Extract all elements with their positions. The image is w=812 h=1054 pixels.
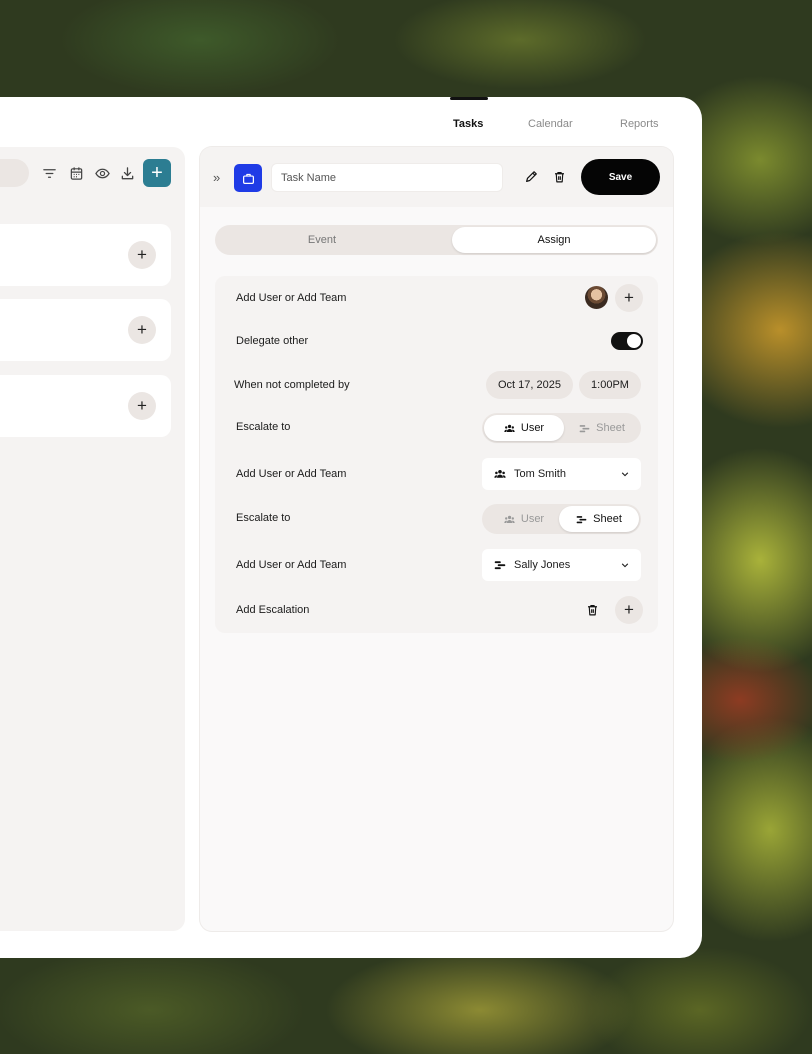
trash-icon[interactable] xyxy=(584,601,600,619)
users-icon xyxy=(494,469,506,478)
sheet-option-label: Sheet xyxy=(596,422,625,434)
active-tab-indicator xyxy=(450,97,488,100)
add-user-icon[interactable]: + xyxy=(615,284,643,312)
escalate-user-option[interactable]: User xyxy=(484,415,564,441)
chevron-down-icon xyxy=(621,472,629,477)
escalate-label: Escalate to xyxy=(236,421,291,433)
tab-assign[interactable]: Assign xyxy=(452,227,656,253)
delegate-toggle[interactable] xyxy=(611,332,643,350)
sheet-icon xyxy=(494,561,506,570)
assignee-select[interactable]: Sally Jones xyxy=(482,549,641,581)
assignee-value: Tom Smith xyxy=(514,468,566,480)
tab-tasks[interactable]: Tasks xyxy=(453,118,483,130)
tab-event[interactable]: Event xyxy=(215,225,429,255)
search-input[interactable] xyxy=(0,159,29,187)
add-icon[interactable]: + xyxy=(128,316,156,344)
eye-icon[interactable] xyxy=(92,163,112,183)
avatar[interactable] xyxy=(585,286,608,309)
sheet-icon xyxy=(576,515,587,523)
task-name-input[interactable] xyxy=(271,163,503,192)
add-user-label: Add User or Add Team xyxy=(236,292,347,304)
user-option-label: User xyxy=(520,513,545,525)
collapse-chevron-icon[interactable]: » xyxy=(213,170,220,185)
filter-icon[interactable] xyxy=(39,163,59,183)
users-icon xyxy=(504,515,515,523)
tab-calendar[interactable]: Calendar xyxy=(528,118,573,130)
escalate-label: Escalate to xyxy=(236,512,291,524)
escalate-type-switch: User Sheet xyxy=(482,413,641,443)
add-icon[interactable]: + xyxy=(128,241,156,269)
download-icon[interactable] xyxy=(117,163,137,183)
sheet-icon xyxy=(579,424,590,432)
chevron-down-icon xyxy=(621,563,629,568)
calendar-icon[interactable] xyxy=(66,163,86,183)
sheet-option-label: Sheet xyxy=(593,513,622,525)
date-picker[interactable]: Oct 17, 2025 xyxy=(486,371,573,399)
escalate-user-option[interactable]: User xyxy=(484,506,564,532)
add-task-button[interactable]: + xyxy=(143,159,171,187)
pencil-icon[interactable] xyxy=(522,168,540,186)
trash-icon[interactable] xyxy=(550,168,568,186)
delegate-label: Delegate other xyxy=(236,335,309,347)
event-assign-switch: Event Assign xyxy=(215,225,658,255)
toggle-knob xyxy=(627,334,641,348)
add-user-label: Add User or Add Team xyxy=(236,559,347,571)
tab-reports[interactable]: Reports xyxy=(620,118,659,130)
add-escalation-button[interactable]: + xyxy=(615,596,643,624)
users-icon xyxy=(504,424,515,432)
assignee-value: Sally Jones xyxy=(514,559,571,571)
escalate-sheet-option[interactable]: Sheet xyxy=(559,506,639,532)
user-option-label: User xyxy=(520,422,545,434)
escalate-type-switch: User Sheet xyxy=(482,504,641,534)
add-user-label: Add User or Add Team xyxy=(236,468,347,480)
time-picker[interactable]: 1:00PM xyxy=(579,371,641,399)
deadline-label: When not completed by xyxy=(234,379,350,391)
briefcase-icon[interactable] xyxy=(234,164,262,192)
assignee-select[interactable]: Tom Smith xyxy=(482,458,641,490)
save-button[interactable]: Save xyxy=(581,159,660,195)
escalate-sheet-option[interactable]: Sheet xyxy=(562,415,642,441)
add-escalation-label: Add Escalation xyxy=(236,604,310,616)
add-icon[interactable]: + xyxy=(128,392,156,420)
